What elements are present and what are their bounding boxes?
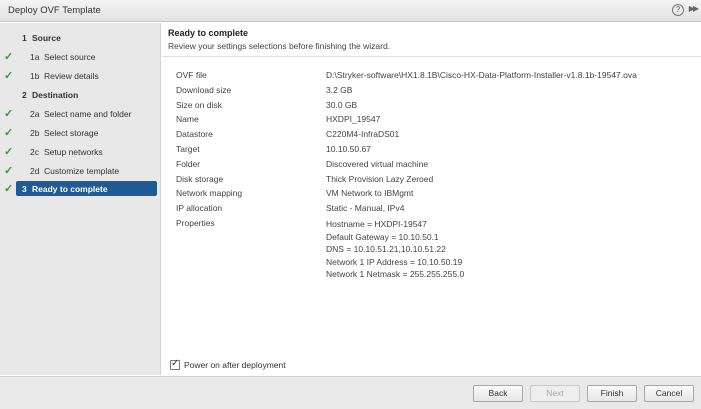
summary-value: 3.2 GB: [326, 84, 353, 95]
step-label: Select source: [44, 52, 96, 62]
summary-value: C220M4-InfraDS01: [326, 129, 400, 140]
step-label: Destination: [32, 90, 79, 100]
summary-key: Name: [176, 114, 199, 125]
step-number: 1a: [30, 52, 40, 62]
checkmark-icon: ✓: [4, 127, 14, 139]
summary-row: Target 10.10.50.67: [176, 144, 696, 159]
step-destination: 2 Destination: [0, 87, 161, 103]
checkmark-icon: ✓: [4, 70, 14, 82]
summary-key: Size on disk: [176, 99, 222, 110]
summary-value: Thick Provision Lazy Zeroed: [326, 173, 434, 184]
summary-value: VM Network to IBMgmt: [326, 188, 414, 199]
checkmark-icon: ✓: [4, 183, 14, 195]
finish-button[interactable]: Finish: [587, 385, 637, 402]
wizard-steps: 1 Source ✓ 1a Select source ✓ 1b Review …: [0, 23, 161, 375]
property-line: Default Gateway = 10.10.50.1: [326, 231, 439, 242]
summary-row: OVF file D:\Stryker-software\HX1.8.1B\Ci…: [176, 70, 696, 85]
back-button[interactable]: Back: [473, 385, 523, 402]
summary-row: Datastore C220M4-InfraDS01: [176, 129, 696, 144]
summary-row: Name HXDPI_19547: [176, 114, 696, 129]
step-select-storage[interactable]: ✓ 2b Select storage: [0, 125, 161, 141]
power-on-checkbox[interactable]: [170, 358, 180, 370]
step-select-source[interactable]: ✓ 1a Select source: [0, 49, 161, 65]
summary-row: Size on disk 30.0 GB: [176, 100, 696, 115]
step-number: 2b: [30, 128, 40, 138]
step-customize-template[interactable]: ✓ 2d Customize template: [0, 163, 161, 179]
summary-key: OVF file: [176, 70, 207, 80]
summary-value: 30.0 GB: [326, 99, 358, 110]
page-header: Ready to complete Review your settings s…: [168, 28, 390, 51]
summary-row: Download size 3.2 GB: [176, 85, 696, 100]
summary-value: HXDPI_19547: [326, 114, 381, 125]
summary-row: IP allocation Static - Manual, IPv4: [176, 203, 696, 218]
summary-key: Target: [176, 143, 200, 154]
summary-row: Folder Discovered virtual machine: [176, 159, 696, 174]
step-label: Setup networks: [44, 147, 103, 157]
properties-values: Hostname = HXDPI-19547 Default Gateway =…: [326, 218, 701, 281]
checkmark-icon: ✓: [4, 51, 14, 63]
settings-summary: OVF file D:\Stryker-software\HX1.8.1B\Ci…: [176, 70, 696, 281]
step-setup-networks[interactable]: ✓ 2c Setup networks: [0, 144, 161, 160]
page-subtitle: Review your settings selections before f…: [168, 41, 391, 51]
expand-icon[interactable]: ▶▶: [689, 4, 699, 13]
title-bar: Deploy OVF Template ? ▶▶: [0, 0, 701, 22]
step-label: Review details: [44, 71, 99, 81]
property-line: Network 1 Netmask = 255.255.255.0: [326, 269, 465, 280]
checkmark-icon: ✓: [4, 108, 14, 120]
step-label: Ready to complete: [32, 184, 108, 194]
page-title: Ready to complete: [168, 28, 249, 38]
help-icon[interactable]: ?: [672, 4, 684, 16]
cancel-button[interactable]: Cancel: [644, 385, 694, 402]
summary-value: D:\Stryker-software\HX1.8.1B\Cisco-HX-Da…: [326, 70, 637, 80]
summary-key: Folder: [176, 158, 201, 169]
power-on-option[interactable]: Power on after deployment: [170, 358, 286, 370]
summary-row: Network mapping VM Network to IBMgmt: [176, 188, 696, 203]
step-number: 1: [22, 33, 27, 43]
step-label: Source: [32, 33, 61, 43]
main-panel: Ready to complete Review your settings s…: [162, 23, 701, 375]
window-title: Deploy OVF Template: [8, 5, 101, 16]
power-on-label: Power on after deployment: [184, 360, 286, 370]
property-line: Network 1 IP Address = 10.10.50.19: [326, 256, 463, 267]
summary-value: Discovered virtual machine: [326, 158, 429, 169]
step-number: 1b: [30, 71, 40, 81]
summary-key: Datastore: [176, 129, 213, 140]
summary-row: Disk storage Thick Provision Lazy Zeroed: [176, 174, 696, 189]
summary-value: 10.10.50.67: [326, 143, 371, 154]
summary-value: Static - Manual, IPv4: [326, 203, 405, 214]
property-line: Hostname = HXDPI-19547: [326, 218, 427, 229]
step-number: 3: [22, 184, 27, 194]
summary-key: Disk storage: [176, 173, 224, 184]
step-source: 1 Source: [0, 30, 161, 46]
divider: [162, 56, 701, 57]
property-line: DNS = 10.10.51.21,10.10.51.22: [326, 244, 446, 255]
summary-key: IP allocation: [176, 203, 223, 214]
step-select-name-folder[interactable]: ✓ 2a Select name and folder: [0, 106, 161, 122]
summary-row-properties: Properties Hostname = HXDPI-19547 Defaul…: [176, 218, 696, 281]
summary-key: Properties: [176, 217, 215, 228]
step-ready-to-complete[interactable]: ✓ 3 Ready to complete: [0, 181, 161, 197]
step-label: Select name and folder: [44, 109, 132, 119]
step-number: 2d: [30, 166, 40, 176]
checkmark-icon: ✓: [4, 146, 14, 158]
next-button[interactable]: Next: [530, 385, 580, 402]
step-label: Select storage: [44, 128, 99, 138]
checkmark-icon: ✓: [4, 165, 14, 177]
step-label: Customize template: [44, 166, 120, 176]
step-number: 2c: [30, 147, 39, 157]
summary-key: Download size: [176, 84, 232, 95]
footer-bar: Back Next Finish Cancel: [0, 376, 701, 409]
step-number: 2a: [30, 109, 40, 119]
step-number: 2: [22, 90, 27, 100]
step-review-details[interactable]: ✓ 1b Review details: [0, 68, 161, 84]
summary-key: Network mapping: [176, 188, 243, 199]
